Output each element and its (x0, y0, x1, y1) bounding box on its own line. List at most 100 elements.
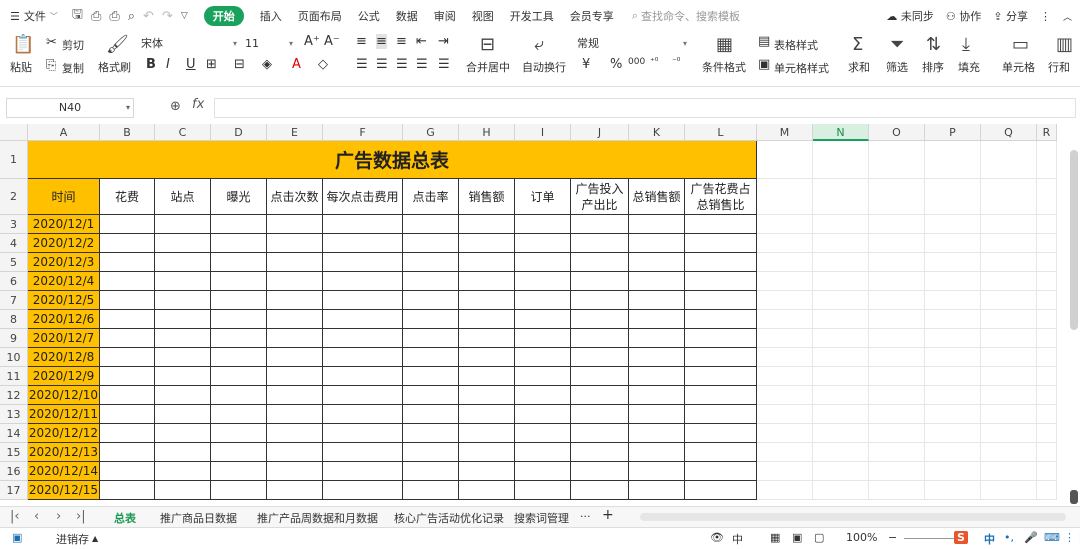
cell[interactable] (267, 424, 323, 443)
normal-view-icon[interactable]: ▦ (770, 531, 780, 544)
cell[interactable] (813, 367, 869, 386)
cell[interactable] (100, 348, 155, 367)
font-color-icon[interactable]: A (292, 57, 301, 72)
cell[interactable] (459, 215, 515, 234)
menu-tab-3[interactable]: 公式 (358, 8, 380, 24)
fill-down-icon[interactable]: ⤓ (962, 34, 970, 55)
row-col-button[interactable]: 行和 (1048, 59, 1070, 75)
cell[interactable] (869, 234, 925, 253)
cell[interactable] (155, 310, 211, 329)
row-header-10[interactable]: 10 (0, 348, 28, 367)
cell[interactable] (323, 215, 403, 234)
cell[interactable] (981, 215, 1037, 234)
cell[interactable] (267, 310, 323, 329)
chevron-up-icon[interactable]: ▲ (92, 534, 98, 543)
cell[interactable] (925, 215, 981, 234)
cell[interactable] (571, 215, 629, 234)
cell[interactable] (869, 329, 925, 348)
conditional-format-button[interactable]: 条件格式 (702, 59, 746, 75)
zoom-out-icon[interactable]: − (888, 531, 897, 544)
cell[interactable] (323, 272, 403, 291)
cell[interactable] (757, 215, 813, 234)
sum-button[interactable]: 求和 (848, 59, 870, 75)
table-style-button[interactable]: 表格样式 (774, 37, 818, 53)
conditional-format-icon[interactable]: ▦ (716, 34, 733, 55)
column-header-B[interactable]: B (100, 124, 155, 141)
cell[interactable] (685, 253, 757, 272)
menu-tab-0[interactable]: 开始 (203, 6, 244, 26)
apps-icon[interactable]: ⋮⋮ (1064, 531, 1080, 544)
collab-button[interactable]: ⚇ 协作 (946, 8, 981, 24)
cell[interactable] (813, 348, 869, 367)
sogou-ime-icon[interactable]: S (954, 531, 968, 544)
cell[interactable] (267, 291, 323, 310)
share-button[interactable]: ⇪ 分享 (993, 8, 1028, 24)
cell[interactable] (869, 405, 925, 424)
cell[interactable] (403, 386, 459, 405)
row-header-5[interactable]: 5 (0, 253, 28, 272)
cell[interactable] (403, 310, 459, 329)
column-header-M[interactable]: M (757, 124, 813, 141)
cell[interactable] (515, 424, 571, 443)
column-header-C[interactable]: C (155, 124, 211, 141)
header-cell-7[interactable]: 销售额 (459, 179, 515, 215)
cell[interactable] (925, 462, 981, 481)
cell[interactable] (981, 291, 1037, 310)
cell[interactable] (267, 367, 323, 386)
cell[interactable] (323, 253, 403, 272)
sheet-tab-0[interactable]: 总表 (114, 510, 136, 526)
column-header-E[interactable]: E (267, 124, 323, 141)
next-sheet-icon[interactable]: › (56, 509, 61, 524)
sheet-tab-1[interactable]: 推广商品日数据 (160, 510, 237, 526)
cell[interactable] (981, 141, 1037, 179)
cell[interactable] (981, 481, 1037, 500)
formula-input[interactable] (214, 98, 1076, 118)
zoom-level[interactable]: 100% (846, 531, 877, 544)
header-cell-10[interactable]: 总销售额 (629, 179, 685, 215)
cell[interactable] (1037, 424, 1057, 443)
cell[interactable] (515, 234, 571, 253)
row-header-7[interactable]: 7 (0, 291, 28, 310)
cell[interactable] (813, 424, 869, 443)
column-header-K[interactable]: K (629, 124, 685, 141)
eye-protect-icon[interactable]: 👁 (710, 531, 724, 544)
cell[interactable] (267, 348, 323, 367)
prev-sheet-icon[interactable]: ‹ (34, 509, 39, 524)
cell[interactable] (1037, 310, 1057, 329)
cell[interactable] (925, 367, 981, 386)
first-sheet-icon[interactable]: |‹ (10, 509, 20, 524)
underline-icon[interactable]: U (186, 57, 196, 72)
decrease-decimal-icon[interactable]: ⁻⁰ (672, 57, 680, 67)
cell[interactable] (1037, 367, 1057, 386)
date-cell[interactable]: 2020/12/12 (28, 424, 100, 443)
cell[interactable] (100, 253, 155, 272)
cell[interactable] (1037, 234, 1057, 253)
row-header-15[interactable]: 15 (0, 443, 28, 462)
cell-icon[interactable]: ▭ (1012, 34, 1029, 55)
align-center-icon[interactable]: ☰ (376, 57, 388, 72)
clear-format-icon[interactable]: ◇ (318, 57, 328, 72)
cell[interactable] (981, 310, 1037, 329)
menu-tab-1[interactable]: 插入 (260, 8, 282, 24)
cell[interactable] (100, 424, 155, 443)
menu-tab-2[interactable]: 页面布局 (298, 8, 342, 24)
cell[interactable] (403, 234, 459, 253)
cell[interactable] (757, 141, 813, 179)
cell[interactable] (813, 310, 869, 329)
more-vertical-icon[interactable]: ⋮ (1040, 10, 1051, 23)
bold-icon[interactable]: B (146, 57, 156, 72)
font-name-select[interactable]: 宋体 ▾ (140, 35, 240, 53)
menu-tab-7[interactable]: 开发工具 (510, 8, 554, 24)
cell[interactable] (685, 481, 757, 500)
menu-tab-4[interactable]: 数据 (396, 8, 418, 24)
date-cell[interactable]: 2020/12/14 (28, 462, 100, 481)
cell[interactable] (155, 481, 211, 500)
cell[interactable] (515, 215, 571, 234)
cell[interactable] (925, 386, 981, 405)
cell[interactable] (685, 386, 757, 405)
cell[interactable] (571, 481, 629, 500)
cell[interactable] (515, 462, 571, 481)
cell[interactable] (1037, 462, 1057, 481)
column-header-O[interactable]: O (869, 124, 925, 141)
cell[interactable] (323, 481, 403, 500)
